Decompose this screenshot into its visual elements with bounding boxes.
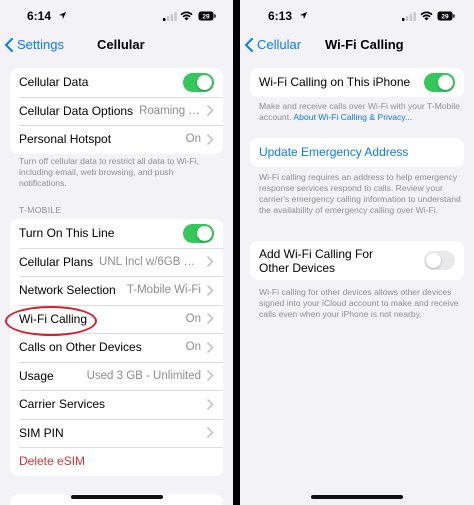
- chevron-right-icon: [207, 256, 214, 268]
- network-selection-row[interactable]: Network Selection T-Mobile Wi-Fi: [10, 276, 223, 305]
- wifi-calling-row[interactable]: Wi-Fi Calling On: [10, 304, 223, 334]
- chevron-right-icon: [207, 133, 214, 145]
- page-title: Wi-Fi Calling: [325, 37, 404, 52]
- cellular-signal-icon: [163, 12, 177, 21]
- row-value: On: [185, 341, 201, 354]
- emergency-footnote: Wi-Fi calling requires an address to hel…: [259, 172, 461, 215]
- location-arrow-icon: [299, 11, 308, 20]
- row-label: Carrier Services: [19, 397, 106, 412]
- chevron-right-icon: [207, 370, 214, 382]
- page-title: Cellular: [97, 37, 145, 52]
- status-time: 6:14: [27, 9, 52, 23]
- row-label: Wi-Fi Calling: [19, 311, 88, 326]
- sim-pin-row[interactable]: SIM PIN: [10, 418, 223, 448]
- section-header-carrier: T-MOBILE: [19, 205, 62, 215]
- cellular-data-toggle[interactable]: [183, 72, 214, 92]
- status-bar: 6:14 29: [0, 0, 233, 32]
- carrier-services-row[interactable]: Carrier Services: [10, 390, 223, 419]
- row-label: Cellular Data Options: [19, 103, 134, 118]
- row-value: Used 3 GB - Unlimited: [86, 369, 201, 382]
- row-value: On: [185, 312, 201, 325]
- row-label: Wi-Fi Calling on This iPhone: [259, 75, 411, 90]
- other-devices-footnote: Wi-Fi calling for other devices allows o…: [259, 287, 459, 319]
- delete-esim-row[interactable]: Delete eSIM: [10, 447, 223, 476]
- row-label: Calls on Other Devices: [19, 340, 142, 355]
- row-value: UNL Incl w/6GB SM...: [99, 255, 201, 268]
- cellular-settings-screen: 6:14 29 Settings Cellular Cellular Data: [0, 0, 233, 505]
- row-value: On: [185, 133, 201, 146]
- cellular-data-group: Cellular Data Cellular Data Options Roam…: [10, 68, 223, 154]
- add-wifi-calling-row: Add Wi-Fi Calling For Other Devices: [250, 241, 464, 280]
- cellular-signal-icon: [402, 12, 416, 21]
- usage-row[interactable]: Usage Used 3 GB - Unlimited: [10, 361, 223, 391]
- chevron-right-icon: [207, 427, 214, 439]
- personal-hotspot-row[interactable]: Personal Hotspot On: [10, 125, 223, 154]
- carrier-group: Turn On This Line Cellular Plans UNL Inc…: [10, 219, 223, 476]
- cellular-data-footnote: Turn off cellular data to restrict all d…: [19, 156, 200, 188]
- chevron-right-icon: [207, 284, 214, 296]
- row-label: Usage: [19, 368, 54, 383]
- turn-on-line-toggle[interactable]: [183, 223, 214, 243]
- battery-icon: 29: [198, 11, 216, 21]
- back-button[interactable]: Settings: [4, 37, 64, 52]
- row-label: Add Wi-Fi Calling For Other Devices: [259, 246, 374, 275]
- screen-divider: [233, 0, 240, 505]
- row-label: Turn On This Line: [19, 226, 115, 241]
- wifi-calling-toggle-group: Wi-Fi Calling on This iPhone: [250, 68, 464, 97]
- cellular-data-options-row[interactable]: Cellular Data Options Roaming On: [10, 96, 223, 126]
- chevron-right-icon: [207, 313, 214, 325]
- row-value: T-Mobile Wi-Fi: [126, 284, 201, 297]
- chevron-right-icon: [207, 341, 214, 353]
- back-button[interactable]: Cellular: [244, 37, 301, 52]
- wifi-calling-footnote: Make and receive calls over Wi-Fi with y…: [259, 101, 464, 123]
- location-arrow-icon: [58, 11, 67, 20]
- update-emergency-address-link: Update Emergency Address: [259, 145, 409, 160]
- battery-icon: 29: [437, 11, 455, 21]
- row-label: Personal Hotspot: [19, 132, 112, 147]
- turn-on-line-row: Turn On This Line: [10, 219, 223, 248]
- back-label: Cellular: [257, 37, 302, 52]
- row-value: Roaming On: [139, 104, 201, 117]
- calls-other-devices-row[interactable]: Calls on Other Devices On: [10, 333, 223, 362]
- wifi-calling-iphone-row: Wi-Fi Calling on This iPhone: [250, 68, 464, 97]
- nav-bar: Cellular Wi-Fi Calling: [240, 32, 474, 58]
- wifi-icon: [420, 11, 433, 21]
- back-chevron-icon: [245, 37, 253, 52]
- add-wifi-calling-toggle[interactable]: [424, 251, 455, 270]
- row-label: SIM PIN: [19, 425, 64, 440]
- cellular-plans-row[interactable]: Cellular Plans UNL Incl w/6GB SM...: [10, 247, 223, 277]
- update-emergency-address-row[interactable]: Update Emergency Address: [250, 138, 464, 167]
- emergency-address-group: Update Emergency Address: [250, 138, 464, 167]
- battery-level: 29: [202, 14, 210, 21]
- home-indicator: [70, 495, 163, 499]
- other-devices-group: Add Wi-Fi Calling For Other Devices: [250, 241, 464, 280]
- status-time: 6:13: [268, 9, 293, 23]
- chevron-right-icon: [207, 105, 214, 117]
- row-label: Network Selection: [19, 283, 116, 298]
- back-label: Settings: [17, 37, 64, 52]
- privacy-link[interactable]: About Wi-Fi Calling & Privacy...: [293, 112, 412, 122]
- row-label: Cellular Data: [19, 75, 89, 90]
- nav-bar: Settings Cellular: [0, 32, 233, 58]
- back-chevron-icon: [5, 37, 13, 52]
- battery-level: 29: [441, 14, 449, 21]
- wifi-calling-toggle[interactable]: [424, 72, 455, 92]
- cellular-data-row: Cellular Data: [10, 68, 223, 97]
- delete-esim-label: Delete eSIM: [19, 454, 86, 469]
- status-bar: 6:13 29: [240, 0, 474, 32]
- row-label: Cellular Plans: [19, 254, 94, 269]
- home-indicator: [311, 495, 403, 499]
- wifi-icon: [180, 11, 193, 21]
- wifi-calling-screen: 6:13 29 Cellular Wi-Fi Calling Wi-Fi Cal…: [240, 0, 474, 505]
- chevron-right-icon: [207, 398, 214, 410]
